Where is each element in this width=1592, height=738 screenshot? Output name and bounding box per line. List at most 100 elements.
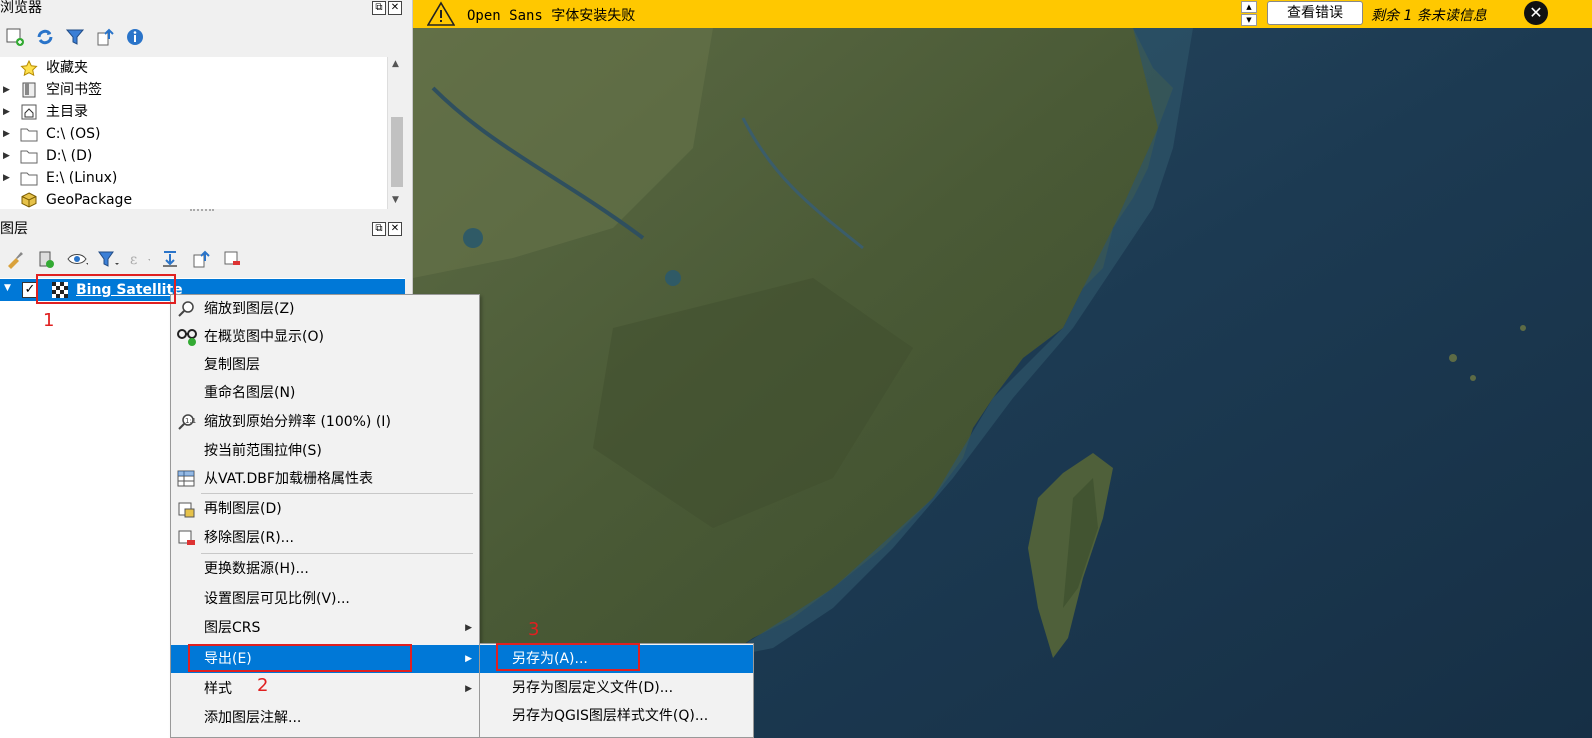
info-icon[interactable] xyxy=(124,26,146,48)
annotation-number-2: 2 xyxy=(257,675,269,696)
filter-expression-icon: ε xyxy=(128,248,150,270)
menu-label: 样式 xyxy=(204,681,232,697)
map-canvas[interactable] xyxy=(413,28,1592,738)
message-spinner[interactable]: ▲ ▼ xyxy=(1241,1,1257,27)
menu-layer-crs[interactable]: 图层CRS ▶ xyxy=(171,614,479,642)
menu-label: 另存为图层定义文件(D)... xyxy=(512,680,674,696)
menu-stretch-current-extent[interactable]: 按当前范围拉伸(S) xyxy=(171,437,479,465)
browser-dock-buttons: ⧉ ✕ xyxy=(372,1,402,15)
collapse-arrow-icon[interactable]: ▼ xyxy=(4,283,11,293)
menu-separator xyxy=(201,553,473,554)
add-selected-layers-icon[interactable] xyxy=(4,26,26,48)
style-paint-icon[interactable] xyxy=(4,248,26,270)
bookmark-icon xyxy=(20,82,38,98)
add-group-icon[interactable] xyxy=(35,248,57,270)
submenu-save-as-qgis-style[interactable]: 另存为QGIS图层样式文件(Q)... xyxy=(480,702,753,730)
tree-item-label: C:\ (OS) xyxy=(46,126,101,142)
tree-item-drive-c[interactable]: ▶ C:\ (OS) xyxy=(0,123,405,145)
folder-icon xyxy=(20,126,38,142)
submenu-arrow-icon: ▶ xyxy=(465,623,472,633)
float-panel-button[interactable]: ⧉ xyxy=(372,222,386,236)
remove-layer-icon[interactable] xyxy=(221,248,243,270)
menu-change-data-source[interactable]: 更换数据源(H)... xyxy=(171,555,479,583)
tree-item-geopackage[interactable]: GeoPackage xyxy=(0,189,405,209)
menu-label: 按当前范围拉伸(S) xyxy=(204,443,322,459)
message-text: Open Sans 字体安装失败 xyxy=(467,8,636,24)
browser-panel-title: 浏览器 xyxy=(0,0,42,16)
star-icon xyxy=(20,59,38,77)
menu-duplicate-layer[interactable]: 再制图层(D) xyxy=(171,495,479,523)
layers-dock-buttons: ⧉ ✕ xyxy=(372,222,402,236)
layers-panel-title: 图层 xyxy=(0,221,28,237)
menu-zoom-native[interactable]: 1:1 缩放到原始分辨率 (100%) (I) xyxy=(171,408,479,436)
folder-icon xyxy=(20,170,38,186)
menu-label: 缩放到原始分辨率 (100%) (I) xyxy=(204,414,391,430)
scroll-up-icon[interactable]: ▲ xyxy=(392,59,399,69)
menu-label: 重命名图层(N) xyxy=(204,385,296,401)
submenu-save-as-layer-definition[interactable]: 另存为图层定义文件(D)... xyxy=(480,674,753,702)
menu-set-scale-visibility[interactable]: 设置图层可见比例(V)... xyxy=(171,585,479,613)
up-arrow-icon[interactable]: ▲ xyxy=(1241,1,1257,13)
browser-tree: 收藏夹 ▶ 空间书签 ▶ 主目录 ▶ C:\ (OS) ▶ D:\ (D) ▶ … xyxy=(0,57,405,209)
down-arrow-icon[interactable]: ▼ xyxy=(1241,14,1257,26)
menu-remove-layer[interactable]: 移除图层(R)... xyxy=(171,524,479,552)
expand-arrow-icon[interactable]: ▶ xyxy=(3,101,10,123)
scroll-down-icon[interactable]: ▼ xyxy=(392,195,399,205)
tree-item-label: 空间书签 xyxy=(46,82,102,98)
annotation-number-1: 1 xyxy=(43,310,55,331)
menu-zoom-to-layer[interactable]: 缩放到图层(Z) xyxy=(171,295,479,323)
menu-styles[interactable]: 样式 ▶ xyxy=(171,675,479,703)
tree-item-drive-e[interactable]: ▶ E:\ (Linux) xyxy=(0,167,405,189)
menu-rename-layer[interactable]: 重命名图层(N) xyxy=(171,379,479,407)
menu-label: 复制图层 xyxy=(204,357,260,373)
expand-arrow-icon[interactable]: ▶ xyxy=(3,79,10,101)
expand-arrow-icon[interactable]: ▶ xyxy=(3,145,10,167)
menu-copy-layer[interactable]: 复制图层 xyxy=(171,351,479,379)
expand-arrow-icon[interactable]: ▶ xyxy=(3,167,10,189)
overview-icon xyxy=(177,328,197,346)
filter-legend-icon[interactable] xyxy=(97,248,119,270)
warning-icon xyxy=(426,1,456,31)
close-panel-button[interactable]: ✕ xyxy=(388,1,402,15)
collapse-all-icon[interactable] xyxy=(94,26,116,48)
menu-label: 在概览图中显示(O) xyxy=(204,329,324,345)
annotation-box-2 xyxy=(188,644,412,672)
menu-label: 另存为QGIS图层样式文件(Q)... xyxy=(512,708,709,724)
close-panel-button[interactable]: ✕ xyxy=(388,222,402,236)
menu-separator xyxy=(201,493,473,494)
collapse-all-icon[interactable] xyxy=(190,248,212,270)
tree-item-favorites[interactable]: 收藏夹 xyxy=(0,57,405,79)
home-icon xyxy=(20,104,38,120)
expand-arrow-icon[interactable]: ▶ xyxy=(3,123,10,145)
close-icon[interactable]: ✕ xyxy=(1524,1,1548,25)
duplicate-icon xyxy=(177,500,197,518)
tree-item-label: 主目录 xyxy=(46,104,88,120)
tree-item-label: 收藏夹 xyxy=(46,60,88,76)
view-errors-button[interactable]: 查看错误 xyxy=(1267,1,1363,25)
remove-icon xyxy=(177,529,197,547)
table-icon xyxy=(177,470,197,488)
expand-all-icon[interactable] xyxy=(159,248,181,270)
annotation-number-3: 3 xyxy=(528,619,540,640)
refresh-icon[interactable] xyxy=(34,26,56,48)
tree-item-label: E:\ (Linux) xyxy=(46,170,118,186)
filter-icon[interactable] xyxy=(64,26,86,48)
submenu-arrow-icon: ▶ xyxy=(465,684,472,694)
menu-load-vat-table[interactable]: 从VAT.DBF加载栅格属性表 xyxy=(171,465,479,493)
menu-add-layer-notes[interactable]: 添加图层注解... xyxy=(171,704,479,732)
panel-splitter[interactable] xyxy=(190,209,214,213)
visibility-eye-icon[interactable] xyxy=(66,248,88,270)
float-panel-button[interactable]: ⧉ xyxy=(372,1,386,15)
menu-label: 添加图层注解... xyxy=(204,710,302,726)
browser-scrollbar[interactable]: ▲ ▼ xyxy=(387,57,405,209)
tree-item-label: D:\ (D) xyxy=(46,148,93,164)
submenu-arrow-icon: ▶ xyxy=(465,654,472,664)
tree-item-home[interactable]: ▶ 主目录 xyxy=(0,101,405,123)
menu-show-in-overview[interactable]: 在概览图中显示(O) xyxy=(171,323,479,351)
tree-item-drive-d[interactable]: ▶ D:\ (D) xyxy=(0,145,405,167)
scrollbar-thumb[interactable] xyxy=(391,117,403,187)
menu-label: 移除图层(R)... xyxy=(204,530,295,546)
svg-text:ε: ε xyxy=(130,252,137,268)
folder-icon xyxy=(20,148,38,164)
tree-item-spatial-bookmarks[interactable]: ▶ 空间书签 xyxy=(0,79,405,101)
